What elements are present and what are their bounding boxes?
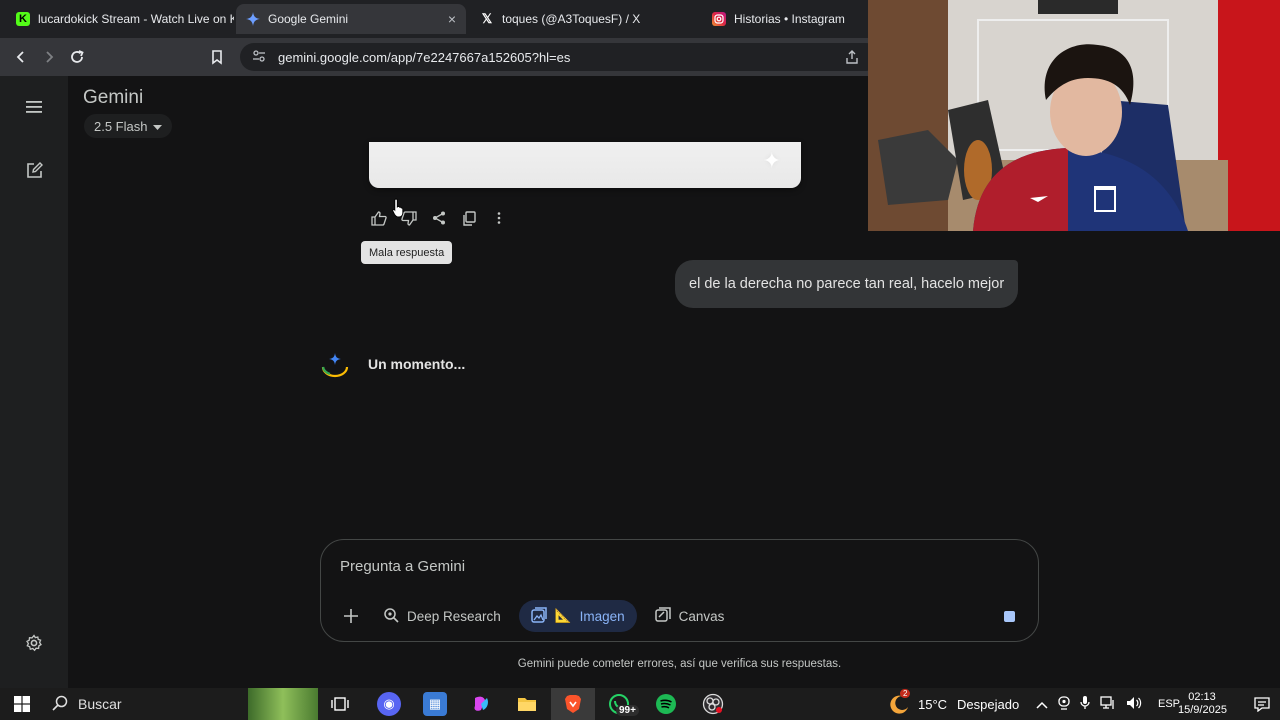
image-tool-icon bbox=[531, 606, 547, 626]
chevron-up-icon[interactable] bbox=[1036, 697, 1048, 712]
windows-start-icon[interactable] bbox=[10, 692, 34, 716]
back-icon[interactable] bbox=[10, 46, 32, 68]
app-title: Gemini bbox=[83, 87, 144, 108]
x-icon: 𝕏 bbox=[481, 11, 493, 26]
caret-down-icon bbox=[153, 119, 163, 134]
clock-time: 02:13 bbox=[1188, 691, 1216, 703]
generated-image[interactable]: ✦ bbox=[369, 142, 801, 188]
search-icon bbox=[52, 695, 68, 714]
prompt-input[interactable]: Pregunta a Gemini bbox=[340, 558, 465, 575]
weather-moon-icon: 2 bbox=[888, 689, 911, 715]
webcam-video bbox=[868, 0, 1280, 231]
model-selector[interactable]: 2.5 Flash bbox=[84, 114, 173, 138]
deep-research-label: Deep Research bbox=[407, 608, 501, 624]
sidebar bbox=[0, 76, 68, 688]
tab-title: Google Gemini bbox=[268, 12, 349, 26]
loading-text: Un momento... bbox=[368, 356, 466, 372]
sparkle-icon: ✦ bbox=[762, 148, 781, 173]
clock-date: 15/9/2025 bbox=[1178, 704, 1227, 716]
share-icon[interactable] bbox=[428, 208, 450, 228]
tab-gemini[interactable]: Google Gemini × bbox=[236, 4, 466, 34]
tooltip: Mala respuesta bbox=[361, 241, 453, 264]
kick-icon: K bbox=[16, 12, 30, 26]
spotify-icon[interactable] bbox=[654, 692, 678, 716]
response-actions bbox=[368, 208, 510, 228]
prompt-composer[interactable]: Pregunta a Gemini Deep Research 📐 Imagen bbox=[320, 539, 1039, 642]
settings-gear-icon[interactable] bbox=[22, 631, 46, 655]
system-tray: ESP bbox=[1036, 688, 1180, 720]
thumbs-up-icon[interactable] bbox=[368, 208, 390, 228]
tab-kick[interactable]: K lucardokick Stream - Watch Live on K bbox=[6, 4, 234, 34]
image-tool-emoji: 📐 bbox=[554, 608, 572, 623]
notifications-icon[interactable] bbox=[1250, 692, 1274, 716]
weather-temp: 15°C bbox=[918, 696, 948, 712]
deep-research-icon bbox=[383, 607, 399, 626]
microphone-icon[interactable] bbox=[1080, 695, 1090, 713]
composer-toolbar: Deep Research 📐 Imagen Canvas bbox=[337, 600, 736, 632]
menu-icon[interactable] bbox=[22, 95, 46, 119]
tab-x[interactable]: 𝕏 toques (@A3ToquesF) / X bbox=[470, 4, 700, 34]
taskbar-search[interactable]: Buscar bbox=[52, 691, 122, 717]
taskbar: Buscar ◉ ▦ 99+ 2 15°C Despejado ESP 02:1… bbox=[0, 688, 1280, 720]
weather-widget[interactable]: 2 15°C Despejado bbox=[888, 688, 1019, 720]
stop-icon bbox=[1003, 610, 1015, 622]
webcam-overlay bbox=[868, 0, 1280, 231]
add-attachment-button[interactable] bbox=[337, 600, 365, 632]
reload-icon[interactable] bbox=[66, 46, 88, 68]
hand-cursor-icon bbox=[392, 198, 406, 218]
tab-instagram[interactable]: Historias • Instagram bbox=[702, 4, 868, 34]
brave-browser-icon[interactable] bbox=[561, 692, 585, 716]
user-message: el de la derecha no parece tan real, hac… bbox=[675, 260, 1019, 308]
app-store-icon[interactable]: ▦ bbox=[423, 692, 447, 716]
tab-title: Historias • Instagram bbox=[734, 12, 845, 26]
disclaimer: Gemini puede cometer errores, así que ve… bbox=[517, 658, 842, 670]
url-field[interactable]: gemini.google.com/app/7e2247667a152605?h… bbox=[240, 43, 880, 71]
canvas-label: Canvas bbox=[678, 608, 725, 624]
model-label: 2.5 Flash bbox=[94, 118, 148, 134]
close-icon[interactable]: × bbox=[440, 11, 456, 27]
weather-description: Despejado bbox=[957, 696, 1020, 712]
gemini-spinner-icon bbox=[320, 350, 350, 378]
share-icon[interactable] bbox=[844, 49, 860, 68]
new-chat-icon[interactable] bbox=[22, 158, 46, 182]
more-options-icon[interactable] bbox=[488, 208, 510, 228]
deep-research-button[interactable]: Deep Research bbox=[371, 600, 513, 632]
instagram-icon bbox=[712, 12, 726, 26]
site-settings-icon[interactable] bbox=[252, 49, 266, 65]
obs-icon[interactable] bbox=[701, 692, 725, 716]
task-view-icon[interactable] bbox=[328, 692, 352, 716]
gemini-icon bbox=[246, 12, 260, 26]
url-text: gemini.google.com/app/7e2247667a152605?h… bbox=[278, 49, 571, 65]
search-label: Buscar bbox=[78, 696, 122, 712]
notification-badge: 99+ bbox=[616, 705, 639, 716]
camera-icon[interactable] bbox=[1058, 695, 1070, 713]
forward-icon[interactable] bbox=[38, 46, 60, 68]
language-indicator[interactable]: ESP bbox=[1158, 698, 1180, 710]
stop-generation-button[interactable] bbox=[996, 603, 1022, 629]
canvas-icon bbox=[654, 606, 671, 626]
canvas-button[interactable]: Canvas bbox=[643, 600, 737, 632]
loading-indicator: Un momento... bbox=[320, 350, 465, 378]
network-icon[interactable] bbox=[1100, 695, 1116, 713]
bookmark-icon[interactable] bbox=[206, 46, 228, 68]
copilot-icon[interactable] bbox=[469, 692, 493, 716]
tab-title: toques (@A3ToquesF) / X bbox=[502, 12, 641, 26]
file-explorer-icon[interactable] bbox=[515, 692, 539, 716]
volume-icon[interactable] bbox=[1126, 696, 1142, 713]
image-tool-label: Imagen bbox=[579, 608, 625, 624]
tab-title: lucardokick Stream - Watch Live on K bbox=[38, 12, 234, 26]
search-highlight-image bbox=[248, 688, 318, 720]
image-tool-button[interactable]: 📐 Imagen bbox=[518, 600, 637, 632]
copy-icon[interactable] bbox=[458, 208, 480, 228]
clock[interactable]: 02:13 15/9/2025 bbox=[1178, 691, 1227, 717]
discord-icon[interactable]: ◉ bbox=[377, 692, 401, 716]
